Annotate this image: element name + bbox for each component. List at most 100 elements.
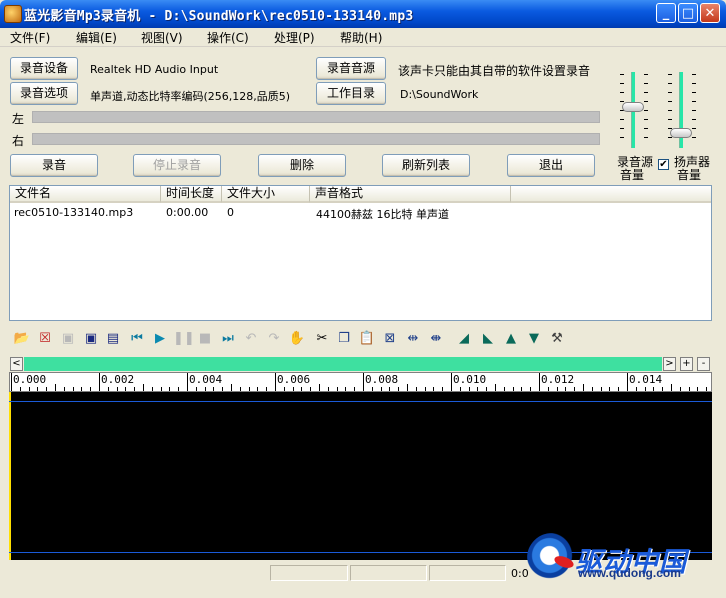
mix-paste-icon[interactable]: ⊠ xyxy=(381,330,399,348)
right-level-meter xyxy=(32,133,600,145)
ruler-minor-tick xyxy=(680,387,681,391)
menu-help[interactable]: 帮助(H) xyxy=(340,29,382,46)
fade-in-icon[interactable]: ◢ xyxy=(455,330,473,348)
window-title: 蓝光影音Mp3录音机 - D:\SoundWork\rec0510-133140… xyxy=(24,9,414,24)
open-folder-icon[interactable]: 📂 xyxy=(13,330,31,348)
ruler-minor-tick xyxy=(293,387,294,391)
menu-action[interactable]: 操作(C) xyxy=(207,29,249,46)
ruler-minor-tick xyxy=(64,387,65,391)
close-file-icon[interactable]: ☒ xyxy=(36,330,54,348)
ruler-minor-tick xyxy=(592,387,593,391)
ruler-minor-tick xyxy=(372,387,373,391)
column-header-filename[interactable]: 文件名 xyxy=(10,186,161,203)
speaker-volume-slider[interactable] xyxy=(668,72,698,148)
volume-up-icon[interactable]: ▲ xyxy=(502,330,520,348)
zoom-out-button[interactable]: - xyxy=(697,357,710,371)
zoom-in-button[interactable]: + xyxy=(680,357,693,371)
save-disabled-icon[interactable]: ▣ xyxy=(59,330,77,348)
ruler-minor-tick xyxy=(345,387,346,391)
file-list[interactable]: 文件名 时间长度 文件大小 声音格式 rec0510-133140.mp3 0:… xyxy=(9,185,712,321)
ruler-minor-tick xyxy=(90,387,91,391)
speaker-checkbox[interactable]: ✔ xyxy=(658,159,669,170)
go-start-icon[interactable]: ⏮ xyxy=(128,330,146,348)
paste-icon[interactable]: 📋 xyxy=(358,330,376,348)
ruler-minor-tick xyxy=(662,387,663,391)
minimize-icon[interactable]: _ xyxy=(656,3,676,23)
record-options-button[interactable]: 录音选项 xyxy=(10,82,78,105)
ruler-minor-tick xyxy=(213,387,214,391)
speaker-volume-thumb[interactable] xyxy=(670,128,692,138)
table-row[interactable]: rec0510-133140.mp3 0:00.00 0 44100赫兹 16比… xyxy=(10,204,711,221)
copy-icon[interactable]: ❐ xyxy=(335,330,353,348)
ruler-minor-tick xyxy=(407,384,408,391)
ruler-label: 0.008 xyxy=(365,373,399,386)
watermark-url: www.qudong.com xyxy=(578,566,681,580)
refresh-list-button[interactable]: 刷新列表 xyxy=(382,154,470,177)
ruler-minor-tick xyxy=(689,387,690,391)
ruler-minor-tick xyxy=(301,387,302,391)
row-filename: rec0510-133140.mp3 xyxy=(14,206,134,219)
pause-icon[interactable]: ❚❚ xyxy=(173,330,195,348)
stop-icon[interactable]: ■ xyxy=(196,330,214,348)
menu-process[interactable]: 处理(P) xyxy=(274,29,315,46)
ruler-minor-tick xyxy=(645,387,646,391)
ruler-minor-tick xyxy=(196,387,197,391)
select-range-icon[interactable]: ⇹ xyxy=(404,330,422,348)
app-icon[interactable] xyxy=(4,5,22,23)
undo-icon[interactable]: ↶ xyxy=(242,330,260,348)
scroll-left-button[interactable]: < xyxy=(10,357,23,371)
redo-icon[interactable]: ↷ xyxy=(265,330,283,348)
play-icon[interactable]: ▶ xyxy=(151,330,169,348)
ruler-minor-tick xyxy=(20,387,21,391)
save-as-icon[interactable]: ▤ xyxy=(104,330,122,348)
column-header-duration[interactable]: 时间长度 xyxy=(161,186,222,203)
cut-icon[interactable]: ✂ xyxy=(313,330,331,348)
status-cell-3 xyxy=(429,565,506,581)
effect-icon[interactable]: ⚒ xyxy=(548,330,566,348)
ruler-minor-tick xyxy=(609,387,610,391)
source-volume-slider[interactable] xyxy=(620,72,650,148)
right-channel-label: 右 xyxy=(12,134,25,148)
close-icon[interactable]: ✕ xyxy=(700,3,720,23)
work-dir-button[interactable]: 工作目录 xyxy=(316,82,386,105)
row-size: 0 xyxy=(227,206,234,219)
ruler-minor-tick xyxy=(574,387,575,391)
ruler-minor-tick xyxy=(108,387,109,391)
ruler-minor-tick xyxy=(521,387,522,391)
record-button[interactable]: 录音 xyxy=(10,154,98,177)
menu-edit[interactable]: 编辑(E) xyxy=(76,29,117,46)
maximize-icon[interactable]: □ xyxy=(678,3,698,23)
waveform-view[interactable] xyxy=(9,392,712,560)
zoom-range-icon[interactable]: ⇼ xyxy=(427,330,445,348)
ruler-major-tick xyxy=(99,373,100,391)
column-header-size[interactable]: 文件大小 xyxy=(222,186,310,203)
ruler-label: 0.002 xyxy=(101,373,135,386)
column-header-format[interactable]: 声音格式 xyxy=(310,186,511,203)
scroll-right-button[interactable]: > xyxy=(663,357,676,371)
ruler-major-tick xyxy=(451,373,452,391)
go-end-icon[interactable]: ⏭ xyxy=(219,330,237,348)
volume-down-icon[interactable]: ▼ xyxy=(525,330,543,348)
ruler-minor-tick xyxy=(548,387,549,391)
menu-file[interactable]: 文件(F) xyxy=(10,29,50,46)
ruler-minor-tick xyxy=(284,387,285,391)
menu-view[interactable]: 视图(V) xyxy=(141,29,183,46)
ruler-minor-tick xyxy=(653,387,654,391)
source-volume-thumb[interactable] xyxy=(622,102,644,112)
fade-out-icon[interactable]: ◣ xyxy=(479,330,497,348)
record-device-button[interactable]: 录音设备 xyxy=(10,57,78,80)
ruler-minor-tick xyxy=(618,387,619,391)
time-ruler[interactable]: 0.000 0.002 0.004 0.006 0.008 0.010 0.012 0.014 xyxy=(9,372,712,392)
ruler-major-tick xyxy=(187,373,188,391)
status-cell-2 xyxy=(350,565,427,581)
save-icon[interactable]: ▣ xyxy=(82,330,100,348)
scroll-thumb[interactable] xyxy=(24,357,662,371)
ruler-minor-tick xyxy=(530,387,531,391)
ruler-minor-tick xyxy=(583,384,584,391)
hand-icon[interactable]: ✋ xyxy=(288,330,306,348)
delete-button[interactable]: 删除 xyxy=(258,154,346,177)
ruler-minor-tick xyxy=(354,387,355,391)
record-source-button[interactable]: 录音音源 xyxy=(316,57,386,80)
stop-record-button[interactable]: 停止录音 xyxy=(133,154,221,177)
exit-button[interactable]: 退出 xyxy=(507,154,595,177)
